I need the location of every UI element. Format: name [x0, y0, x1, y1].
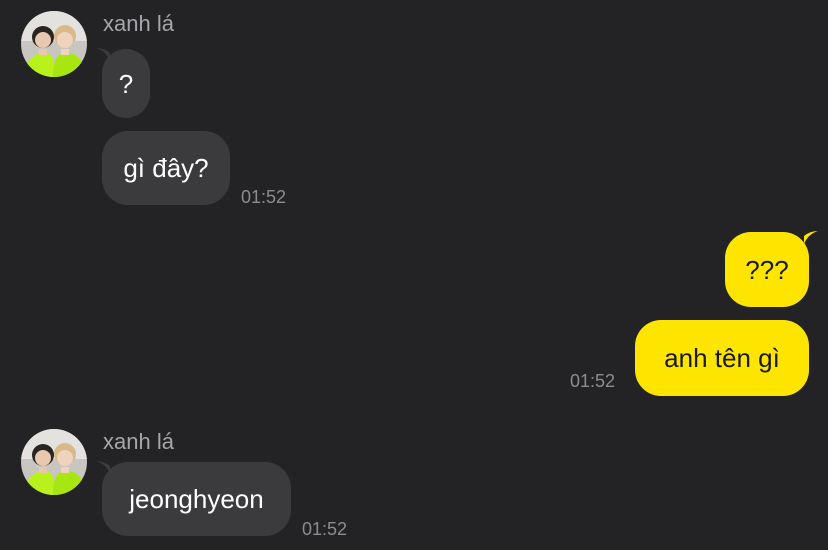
outgoing-message-bubble[interactable]: ???	[725, 232, 809, 307]
outgoing-message-bubble[interactable]: anh tên gì	[635, 320, 809, 396]
incoming-message-bubble[interactable]: jeonghyeon	[102, 462, 291, 536]
sender-name: xanh lá	[103, 11, 174, 36]
sender-name: xanh lá	[103, 429, 174, 454]
message-timestamp: 01:52	[302, 519, 348, 539]
outgoing-bubble-tail	[804, 231, 818, 244]
sender-avatar[interactable]	[21, 429, 87, 495]
incoming-message-bubble[interactable]: gì đây?	[102, 131, 230, 205]
incoming-message-bubble[interactable]: ?	[102, 49, 150, 118]
message-timestamp: 01:52	[570, 371, 616, 391]
message-timestamp: 01:52	[241, 187, 287, 207]
sender-avatar[interactable]	[21, 11, 87, 77]
avatar-photo-icon	[21, 11, 87, 77]
avatar-photo-icon	[21, 429, 87, 495]
